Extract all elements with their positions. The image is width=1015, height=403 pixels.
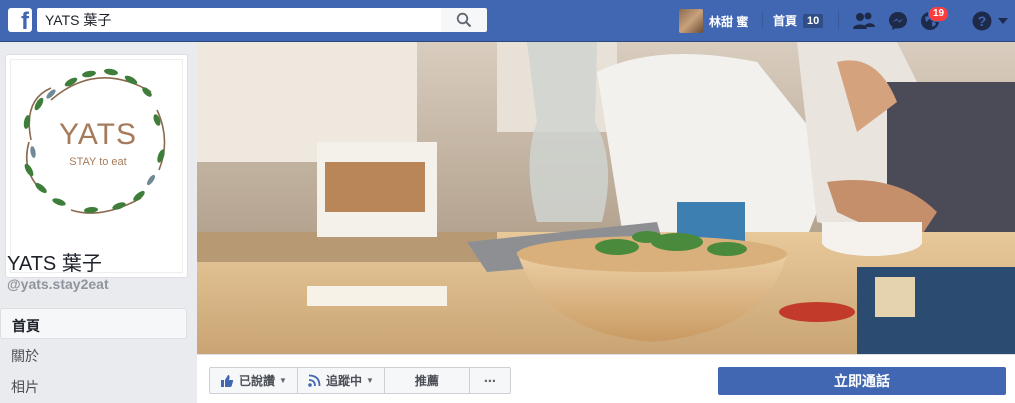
like-label: 已說讚 bbox=[239, 374, 276, 388]
divider bbox=[762, 11, 763, 29]
home-link[interactable]: 首頁 10 bbox=[773, 12, 824, 29]
page-nav: 首頁 關於 相片 bbox=[0, 308, 187, 401]
facebook-logo-icon[interactable]: f bbox=[8, 8, 32, 32]
profile-link[interactable]: 林甜 蜜 bbox=[679, 8, 748, 34]
logo-text: YATS bbox=[59, 118, 137, 151]
like-button[interactable]: 已說讚 ▼ bbox=[210, 368, 298, 393]
yats-logo: YATS STAY to eat bbox=[10, 59, 183, 273]
top-navigation-bar: f YATS 葉子 林甜 蜜 首頁 10 19 ? bbox=[0, 0, 1015, 42]
dropdown-caret-icon: ▼ bbox=[365, 376, 374, 385]
page-buttons: 已說讚 ▼ 追蹤中 ▼ 推薦 ⋯ bbox=[209, 367, 511, 394]
follow-button[interactable]: 追蹤中 ▼ bbox=[298, 368, 385, 393]
sidebar-item-about[interactable]: 關於 bbox=[0, 339, 187, 370]
divider bbox=[838, 11, 839, 29]
dropdown-caret-icon: ▼ bbox=[279, 376, 287, 385]
more-options-button[interactable]: ⋯ bbox=[470, 368, 510, 393]
call-now-button[interactable]: 立即通話 bbox=[718, 367, 1006, 395]
help-icon[interactable]: ? bbox=[970, 9, 994, 33]
dropdown-caret-icon[interactable] bbox=[996, 9, 1010, 33]
page-action-bar: 已說讚 ▼ 追蹤中 ▼ 推薦 ⋯ 立即通話 bbox=[197, 354, 1015, 403]
avatar bbox=[679, 9, 703, 33]
page-title: YATS 葉子 bbox=[7, 253, 102, 275]
profile-name: 林甜 蜜 bbox=[709, 14, 749, 29]
more-icon: ⋯ bbox=[483, 373, 496, 388]
search-icon bbox=[456, 12, 472, 28]
notification-count-badge: 19 bbox=[928, 6, 950, 22]
cover-photo-image bbox=[197, 42, 1015, 354]
svg-text:?: ? bbox=[978, 13, 987, 29]
sidebar-item-photos[interactable]: 相片 bbox=[0, 370, 187, 401]
home-label: 首頁 bbox=[773, 14, 798, 28]
left-sidebar: YATS STAY to eat YATS 葉子 @yats.stay2eat … bbox=[0, 42, 197, 403]
search-button[interactable] bbox=[441, 8, 487, 32]
logo-tagline: STAY to eat bbox=[69, 156, 127, 168]
like-thumb-icon bbox=[221, 374, 234, 387]
search-input[interactable]: YATS 葉子 bbox=[37, 8, 441, 32]
page-profile-picture[interactable]: YATS STAY to eat bbox=[5, 54, 188, 278]
home-count-badge: 10 bbox=[803, 13, 824, 28]
rss-follow-icon bbox=[308, 374, 321, 387]
recommend-button[interactable]: 推薦 bbox=[385, 368, 470, 393]
page-handle[interactable]: @yats.stay2eat bbox=[7, 276, 109, 292]
recommend-label: 推薦 bbox=[414, 374, 439, 388]
follow-label: 追蹤中 bbox=[325, 374, 362, 388]
sidebar-item-home[interactable]: 首頁 bbox=[0, 308, 187, 339]
messenger-icon[interactable] bbox=[886, 9, 910, 33]
cover-photo[interactable] bbox=[197, 42, 1015, 354]
friends-icon[interactable] bbox=[852, 9, 876, 33]
